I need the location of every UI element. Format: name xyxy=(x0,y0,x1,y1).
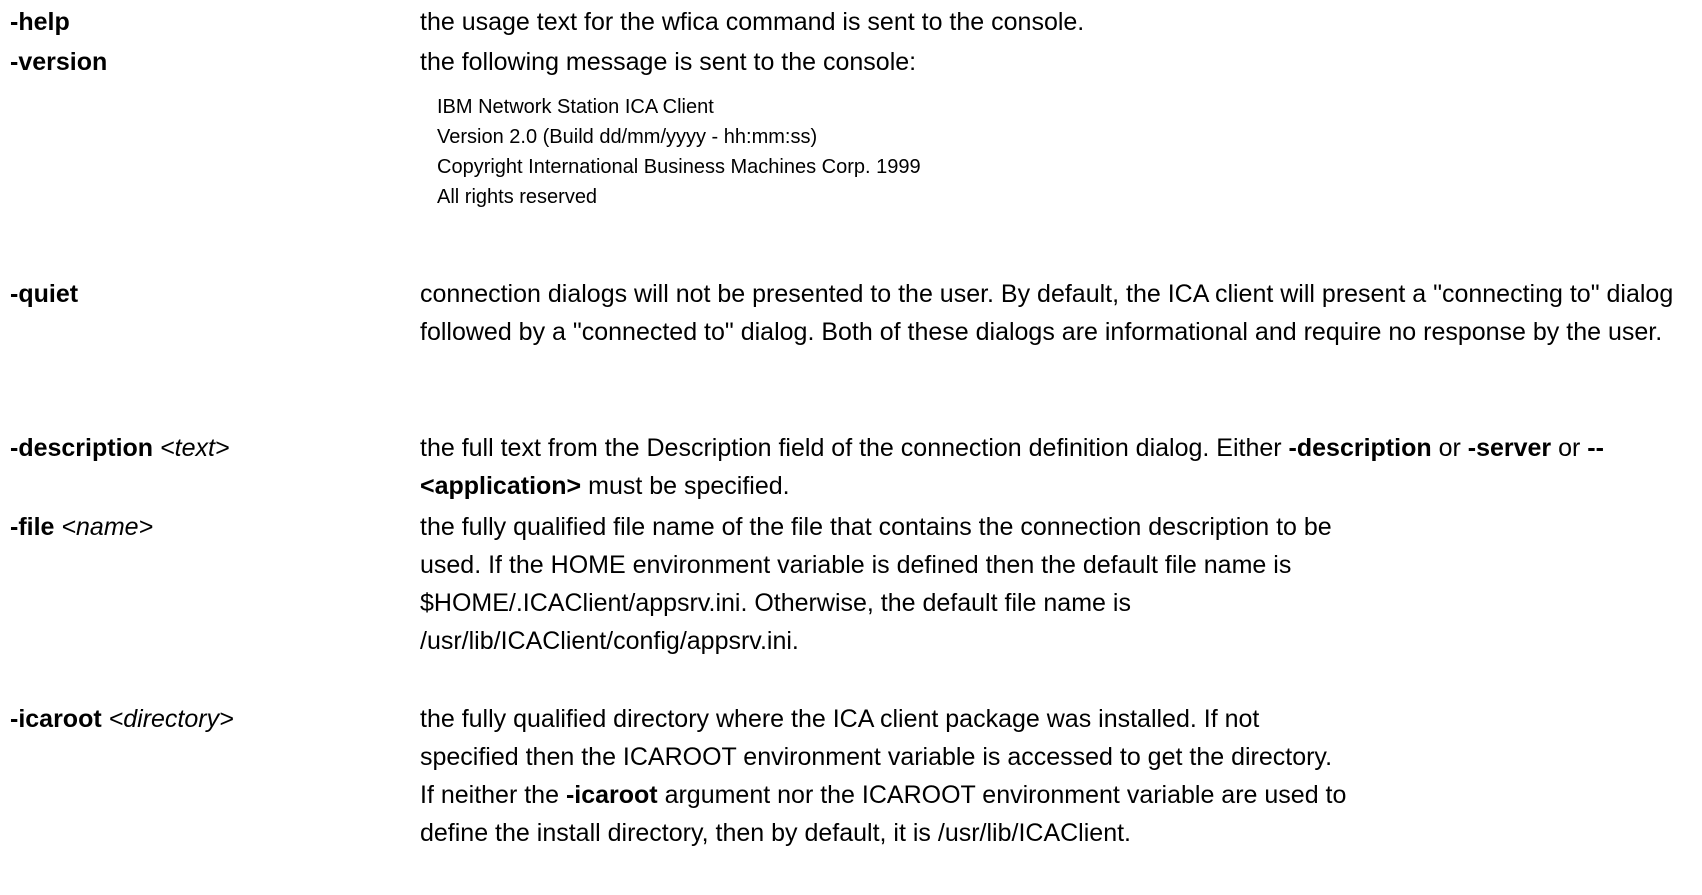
option-term: -version xyxy=(10,43,107,81)
desc-bold-flag: -description xyxy=(1288,434,1432,462)
desc-text: argument nor the ICAROOT environment var… xyxy=(657,781,1347,809)
option-flag: -description xyxy=(10,434,154,462)
desc-text: the full text from the Description field… xyxy=(420,434,1289,462)
console-line: All rights reserved xyxy=(437,186,598,208)
desc-text: or xyxy=(1551,434,1588,462)
desc-bold-flag: -icaroot xyxy=(565,781,658,809)
desc-line: the fully qualified directory where the … xyxy=(420,705,1260,733)
option-term: -icaroot <directory> xyxy=(10,700,234,738)
option-description: the fully qualified directory where the … xyxy=(420,700,1690,852)
option-flag: -file xyxy=(10,513,55,541)
option-description: the following message is sent to the con… xyxy=(420,48,917,76)
desc-line: define the install directory, then by de… xyxy=(420,819,1131,847)
option-description: the full text from the Description field… xyxy=(420,429,1690,505)
option-term: -quiet xyxy=(10,275,78,313)
option-argument: <directory> xyxy=(108,705,234,733)
desc-line: $HOME/.ICAClient/appsrv.ini. Otherwise, … xyxy=(420,589,1131,617)
option-flag: -quiet xyxy=(10,280,79,308)
option-flag: -version xyxy=(10,48,108,76)
console-line: Copyright International Business Machine… xyxy=(437,156,921,178)
desc-line: used. If the HOME environment variable i… xyxy=(420,551,1292,579)
desc-line: the fully qualified file name of the fil… xyxy=(420,513,1332,541)
option-description: the usage text for the wfica command is … xyxy=(420,8,1085,36)
console-line: IBM Network Station ICA Client xyxy=(437,96,714,118)
document-page: -help the usage text for the wfica comma… xyxy=(0,0,1702,895)
desc-line: /usr/lib/ICAClient/config/appsrv.ini. xyxy=(420,627,799,655)
desc-text: must be specified. xyxy=(581,472,790,500)
option-term: -description <text> xyxy=(10,429,230,467)
option-argument: <text> xyxy=(160,434,230,462)
desc-line: specified then the ICAROOT environment v… xyxy=(420,743,1333,771)
desc-bold-flag: -server xyxy=(1467,434,1552,462)
desc-line: If neither the -icaroot argument nor the… xyxy=(420,776,1690,814)
option-flag: -icaroot xyxy=(10,705,102,733)
option-description: the fully qualified file name of the fil… xyxy=(420,508,1690,660)
console-message: IBM Network Station ICA Client Version 2… xyxy=(437,92,921,212)
option-argument: <name> xyxy=(61,513,154,541)
option-flag: -help xyxy=(10,8,70,36)
console-line: Version 2.0 (Build dd/mm/yyyy - hh:mm:ss… xyxy=(437,126,818,148)
desc-text: or xyxy=(1431,434,1468,462)
option-term: -file <name> xyxy=(10,508,153,546)
desc-text: If neither the xyxy=(420,781,566,809)
option-term: -help xyxy=(10,3,70,41)
option-description: connection dialogs will not be presented… xyxy=(420,280,1674,346)
